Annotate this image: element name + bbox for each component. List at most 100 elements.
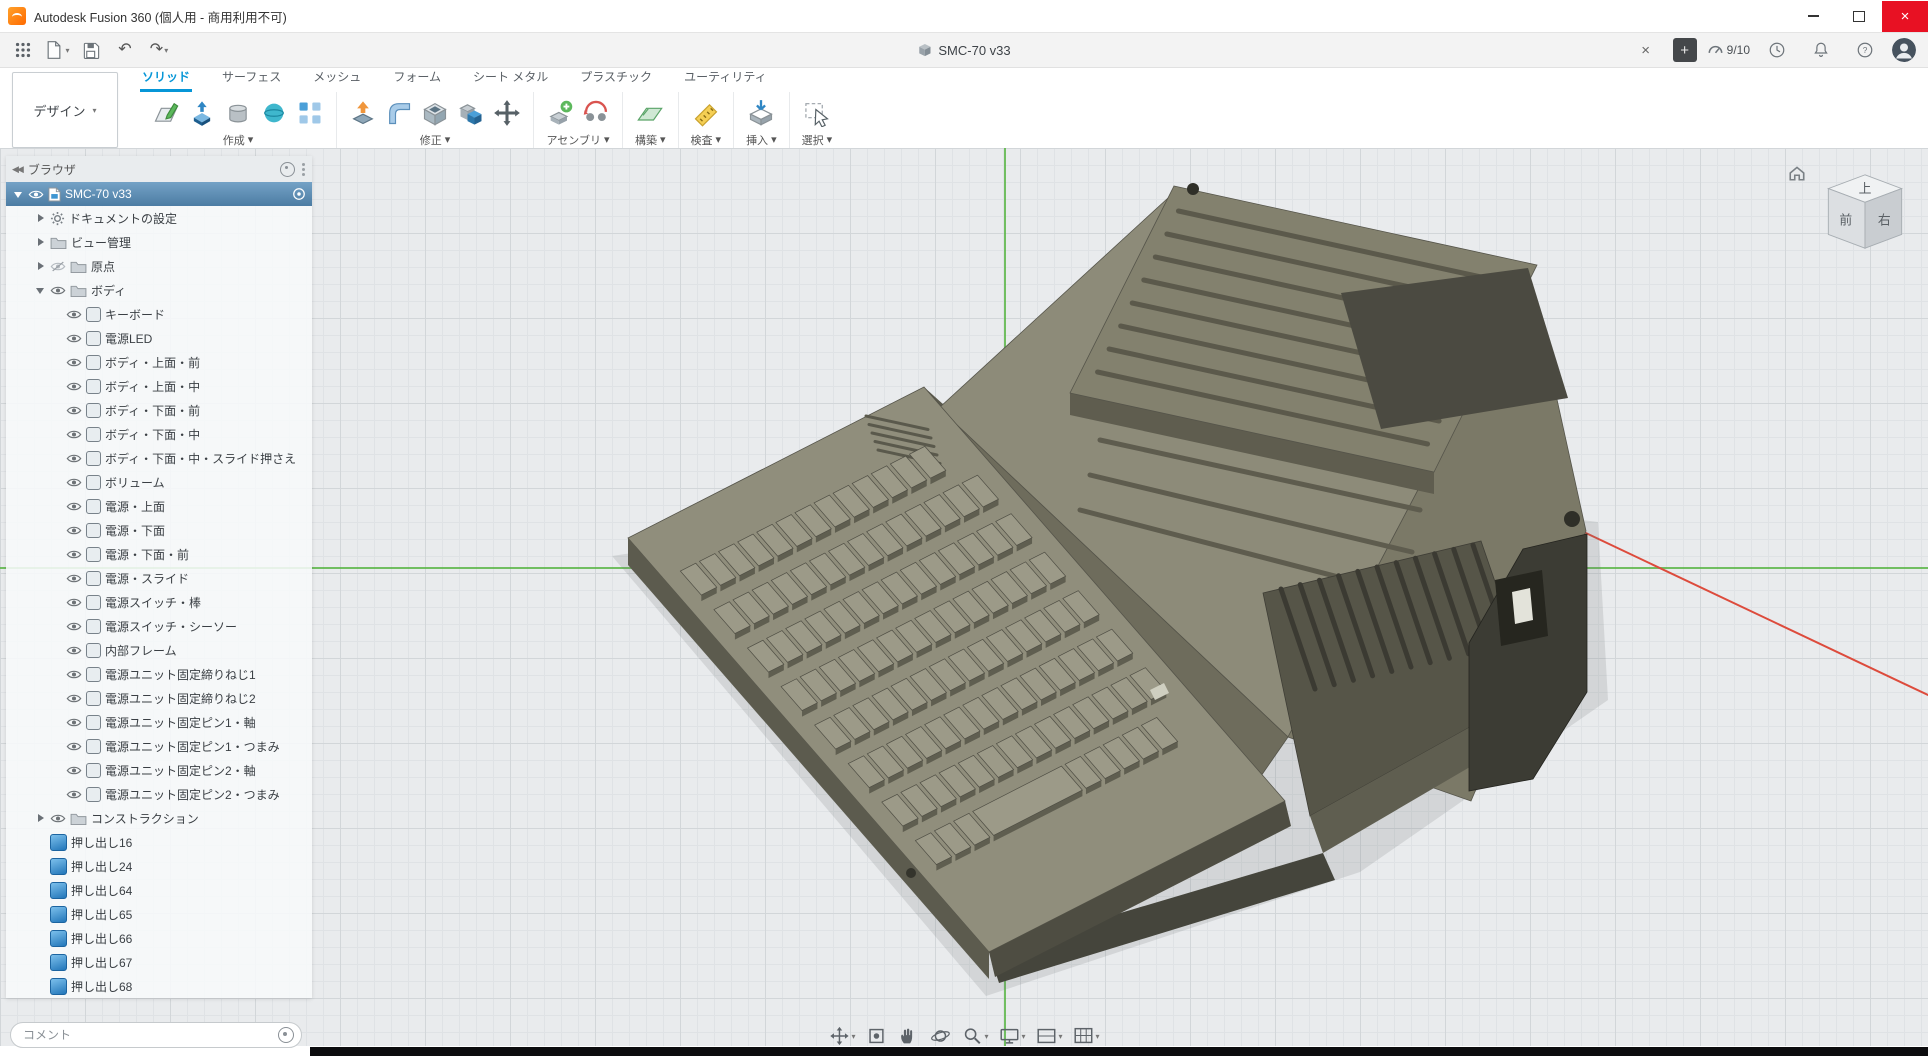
browser-item-feature[interactable]: 押し出し67 [6,950,312,974]
viewcube[interactable]: 上 前 右 [1788,158,1920,280]
browser-item-body[interactable]: 電源LED [6,326,312,350]
eye-icon[interactable] [66,477,82,488]
browser-item-body[interactable]: 内部フレーム [6,638,312,662]
grid-settings-button[interactable]: ▾ [1034,1024,1065,1048]
close-button[interactable]: × [1882,1,1928,32]
eye-icon[interactable] [50,813,66,824]
document-tab[interactable]: SMC-70 v33 [917,43,1010,58]
file-menu-button[interactable]: ▾ [40,36,74,64]
sphere-icon[interactable] [260,99,288,127]
pattern-icon[interactable] [296,99,324,127]
maximize-button[interactable] [1836,1,1882,32]
measure-icon[interactable] [692,99,720,127]
home-view-icon[interactable] [1788,164,1806,182]
eye-icon[interactable] [66,501,82,512]
browser-item-body[interactable]: ボリューム [6,470,312,494]
browser-item-feature[interactable]: 押し出し68 [6,974,312,998]
minimize-button[interactable] [1790,1,1836,32]
eye-icon[interactable] [28,189,44,200]
browser-item-feature[interactable]: 押し出し16 [6,830,312,854]
workspace-selector[interactable]: デザイン▾ [12,72,118,148]
create-sketch-icon[interactable] [152,99,180,127]
eye-icon[interactable] [66,453,82,464]
browser-item-body[interactable]: 電源スイッチ・棒 [6,590,312,614]
redo-button[interactable]: ↷▾ [142,36,176,64]
browser-item-body[interactable]: 電源ユニット固定ピン1・軸 [6,710,312,734]
new-document-tab-button[interactable]: + [1673,38,1697,62]
viewcube-front-label[interactable]: 前 [1839,212,1852,227]
zoom-button[interactable]: ▾ [959,1024,990,1048]
undo-button[interactable]: ↶ [108,36,142,64]
select-icon[interactable] [803,99,831,127]
eye-icon[interactable] [66,741,82,752]
close-document-button[interactable]: × [1629,36,1663,64]
eye-icon[interactable] [66,645,82,656]
eye-icon[interactable] [66,525,82,536]
move-icon[interactable] [493,99,521,127]
press-pull-icon[interactable] [349,99,377,127]
eye-icon[interactable] [66,717,82,728]
joint-icon[interactable] [582,99,610,127]
job-status-badge[interactable]: 9/10 [1707,42,1750,59]
tab-sheetmetal[interactable]: シート メタル [471,66,550,92]
browser-item-folder[interactable]: ボディ [6,278,312,302]
combine-icon[interactable] [457,99,485,127]
browser-item-body[interactable]: 電源スイッチ・シーソー [6,614,312,638]
browser-item-folder[interactable]: ビュー管理 [6,230,312,254]
eye-icon[interactable] [50,285,66,296]
pan-button[interactable]: ▾ [826,1024,857,1048]
browser-item-body[interactable]: キーボード [6,302,312,326]
browser-item-body[interactable]: ボディ・下面・前 [6,398,312,422]
browser-item-body[interactable]: 電源ユニット固定ピン1・つまみ [6,734,312,758]
browser-item-body[interactable]: 電源・下面 [6,518,312,542]
avatar[interactable] [1892,38,1916,62]
expand-icon[interactable] [36,261,46,271]
browser-header[interactable]: ◀◀ ブラウザ [6,156,312,182]
panel-grip[interactable] [301,156,306,182]
tab-surface[interactable]: サーフェス [220,66,283,92]
collapse-panel-icon[interactable]: ◀◀ [12,164,22,175]
notifications-button[interactable] [1804,36,1838,64]
eye-icon[interactable] [66,549,82,560]
viewports-button[interactable]: ▾ [1071,1024,1102,1048]
collapse-icon[interactable] [36,285,46,295]
viewcube-right-label[interactable]: 右 [1878,212,1891,227]
browser-item-body[interactable]: 電源ユニット固定ピン2・軸 [6,758,312,782]
expand-icon[interactable] [36,237,46,247]
tab-utilities[interactable]: ユーティリティ [682,66,769,92]
comment-submit-icon[interactable] [278,1027,294,1043]
browser-item-feature[interactable]: 押し出し65 [6,902,312,926]
eye-icon[interactable] [66,381,82,392]
eye-icon[interactable] [66,765,82,776]
browser-item-body[interactable]: ボディ・上面・前 [6,350,312,374]
browser-item-feature[interactable]: 押し出し66 [6,926,312,950]
tab-mesh[interactable]: メッシュ [311,66,363,92]
eye-icon[interactable] [66,333,82,344]
look-at-button[interactable] [863,1024,889,1048]
eye-icon[interactable] [66,597,82,608]
browser-item-body[interactable]: ボディ・下面・中・スライド押さえ [6,446,312,470]
eye-icon[interactable] [66,429,82,440]
viewcube-cube[interactable]: 上 前 右 [1810,158,1920,276]
eye-icon[interactable] [66,669,82,680]
job-history-button[interactable] [1760,36,1794,64]
app-grid-button[interactable] [6,36,40,64]
shell-icon[interactable] [421,99,449,127]
eye-icon[interactable] [66,405,82,416]
eye-icon[interactable] [66,789,82,800]
revolve-icon[interactable] [224,99,252,127]
browser-item-body[interactable]: 電源・スライド [6,566,312,590]
display-settings-button[interactable]: ▾ [996,1024,1027,1048]
viewcube-top-label[interactable]: 上 [1859,181,1872,196]
panel-options-icon[interactable] [280,162,295,177]
browser-item-body[interactable]: ボディ・下面・中 [6,422,312,446]
browser-item-body[interactable]: 電源ユニット固定締りねじ2 [6,686,312,710]
eye-off-icon[interactable] [50,261,66,272]
browser-item-body[interactable]: 電源ユニット固定ピン2・つまみ [6,782,312,806]
eye-icon[interactable] [66,573,82,584]
eye-icon[interactable] [66,357,82,368]
collapse-icon[interactable] [14,189,24,199]
comment-input[interactable] [10,1022,302,1048]
browser-item-folder[interactable]: 原点 [6,254,312,278]
browser-item-body[interactable]: ボディ・上面・中 [6,374,312,398]
